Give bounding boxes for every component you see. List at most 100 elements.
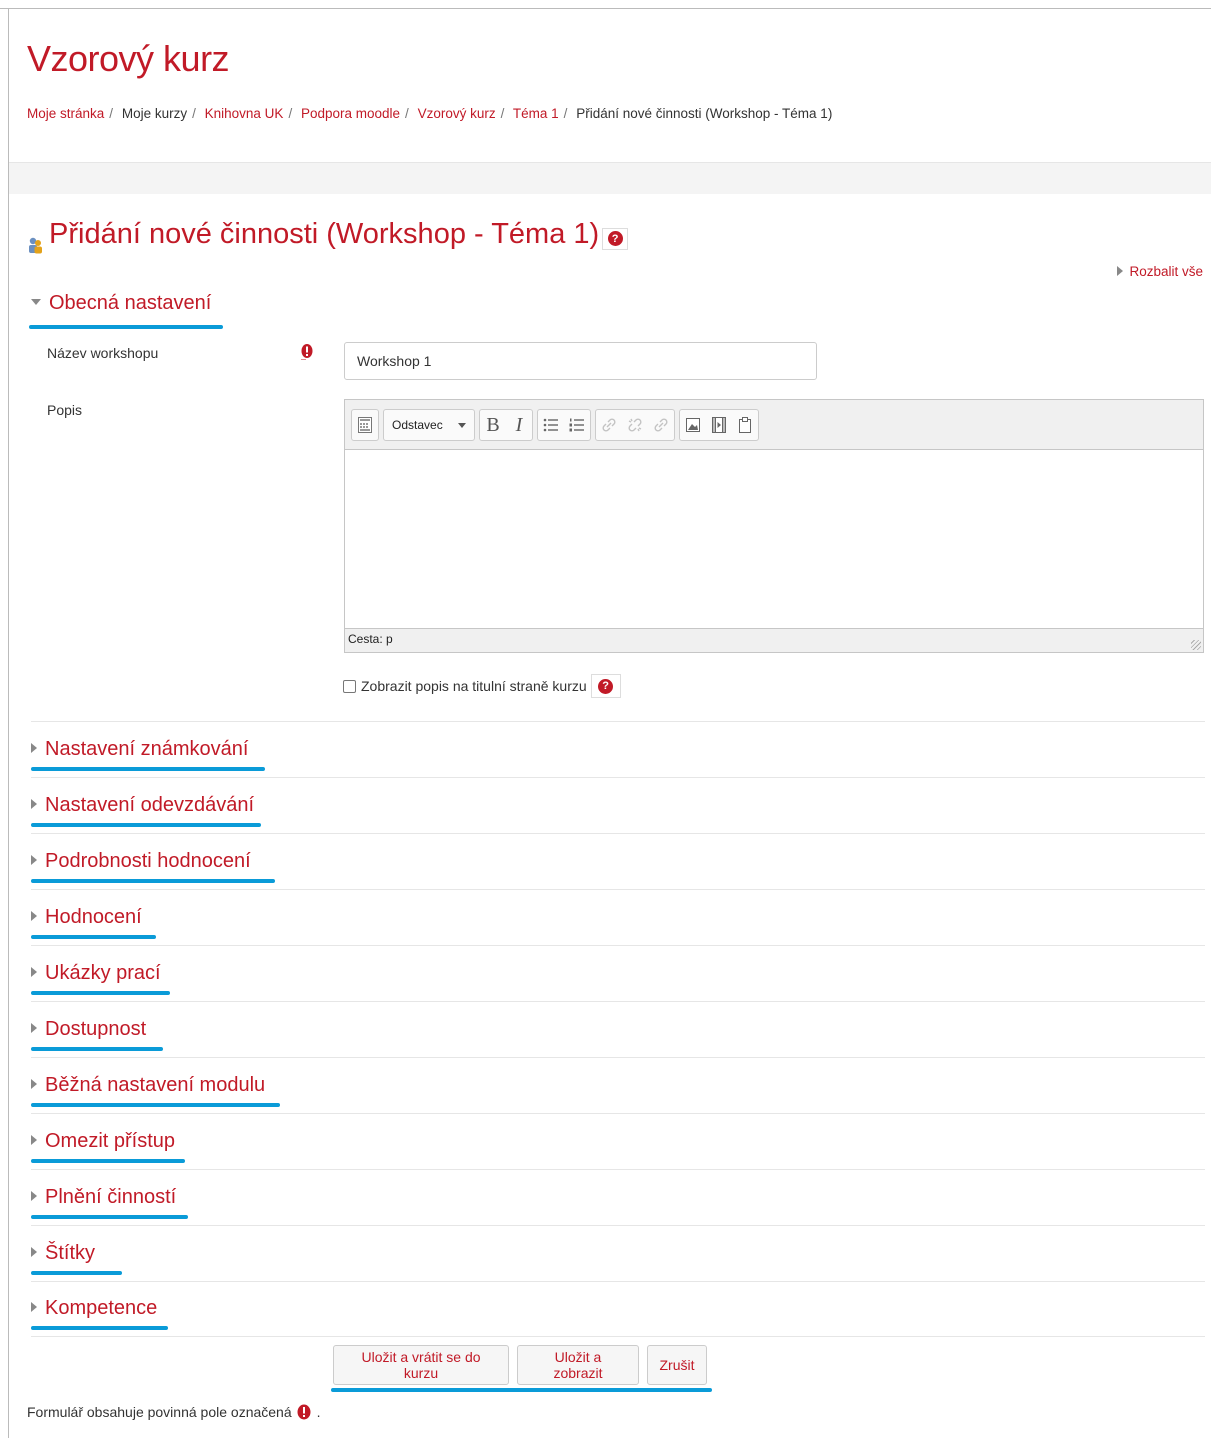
paragraph-format-select[interactable]: Odstavec	[384, 410, 474, 440]
highlight-underline	[31, 767, 265, 771]
navbar-band	[9, 162, 1211, 194]
highlight-underline	[31, 879, 275, 883]
section-divider	[31, 1169, 1205, 1170]
section-competencies[interactable]: Kompetence	[31, 1297, 157, 1320]
section-restrict-access[interactable]: Omezit přístup	[31, 1130, 175, 1153]
breadcrumb-current: Přidání nové činnosti (Workshop - Téma 1…	[576, 106, 833, 121]
breadcrumb-link-my-page[interactable]: Moje stránka	[27, 106, 104, 121]
section-divider	[31, 1281, 1205, 1282]
manage-files-icon[interactable]	[732, 410, 758, 440]
section-divider	[31, 1225, 1205, 1226]
editor-statusbar: Cesta: p	[345, 628, 1203, 652]
section-example-submissions[interactable]: Ukázky prací	[31, 962, 161, 985]
editor-path: Cesta: p	[348, 632, 393, 646]
show-description-row: Zobrazit popis na titulní straně kurzu ?	[343, 674, 621, 698]
section-activity-completion[interactable]: Plnění činností	[31, 1186, 176, 1209]
help-icon: ?	[598, 678, 614, 694]
expand-all-link[interactable]: Rozbalit vše	[1117, 264, 1203, 279]
highlight-underline	[31, 991, 170, 995]
breadcrumb-link-library[interactable]: Knihovna UK	[205, 106, 284, 121]
cancel-button[interactable]: Zrušit	[647, 1345, 707, 1385]
image-icon[interactable]	[680, 410, 706, 440]
required-icon	[297, 1404, 311, 1420]
section-grading-settings[interactable]: Nastavení známkování	[31, 738, 248, 761]
highlight-underline	[331, 1388, 712, 1392]
section-divider	[31, 889, 1205, 890]
link-icon[interactable]	[596, 410, 622, 440]
section-submission-settings[interactable]: Nastavení odevzdávání	[31, 794, 254, 817]
resize-grip-icon[interactable]	[1191, 640, 1201, 650]
chevron-right-icon	[31, 910, 37, 921]
expand-triangle-icon	[1117, 266, 1124, 276]
workshop-name-label: Název workshopu	[47, 345, 159, 361]
section-divider	[31, 1336, 1205, 1337]
section-availability[interactable]: Dostupnost	[31, 1018, 146, 1041]
highlight-underline	[29, 325, 223, 329]
workshop-icon	[27, 229, 43, 253]
breadcrumb-link-topic[interactable]: Téma 1	[513, 106, 559, 121]
media-icon[interactable]	[706, 410, 732, 440]
help-icon: ?	[607, 231, 623, 246]
help-button[interactable]: ?	[602, 227, 629, 250]
description-label: Popis	[47, 402, 83, 418]
chevron-right-icon	[31, 1246, 37, 1257]
chevron-right-icon	[31, 854, 37, 865]
italic-icon[interactable]: I	[506, 410, 532, 440]
breadcrumb: Moje stránka / Moje kurzy / Knihovna UK / P…	[27, 106, 833, 121]
section-tags[interactable]: Štítky	[31, 1242, 95, 1265]
workshop-name-input[interactable]	[344, 342, 817, 380]
description-editor: Odstavec B I Cesta: p	[344, 399, 1204, 653]
save-return-button[interactable]: Uložit a vrátit se do kurzu	[333, 1345, 509, 1385]
highlight-underline	[31, 823, 261, 827]
show-description-label: Zobrazit popis na titulní straně kurzu	[361, 678, 587, 694]
section-divider	[31, 1057, 1205, 1058]
page-heading-text: Přidání nové činnosti (Workshop - Téma 1…	[49, 218, 600, 250]
section-divider	[31, 721, 1205, 722]
chevron-right-icon	[31, 1022, 37, 1033]
unlink-icon[interactable]	[622, 410, 648, 440]
chevron-right-icon	[31, 966, 37, 977]
bold-icon[interactable]: B	[480, 410, 506, 440]
section-assessment[interactable]: Hodnocení	[31, 906, 142, 929]
section-divider	[31, 777, 1205, 778]
anchor-link-icon[interactable]	[648, 410, 674, 440]
page-heading: Přidání nové činnosti (Workshop - Téma 1…	[27, 218, 629, 253]
section-divider	[31, 1113, 1205, 1114]
save-display-button[interactable]: Uložit a zobrazit	[517, 1345, 639, 1385]
section-divider	[31, 945, 1205, 946]
highlight-underline	[31, 1047, 163, 1051]
chevron-down-icon	[31, 298, 41, 305]
highlight-underline	[31, 935, 156, 939]
chevron-right-icon	[31, 798, 37, 809]
highlight-underline	[31, 1271, 122, 1275]
section-divider	[31, 833, 1205, 834]
breadcrumb-item-my-courses: Moje kurzy	[121, 106, 188, 121]
show-description-checkbox[interactable]	[343, 679, 356, 693]
breadcrumb-link-moodle-support[interactable]: Podpora moodle	[301, 106, 400, 121]
editor-toolbar: Odstavec B I	[345, 400, 1203, 450]
required-fields-note: Formulář obsahuje povinná pole označená …	[27, 1404, 321, 1420]
highlight-underline	[31, 1326, 168, 1330]
section-divider	[31, 1001, 1205, 1002]
frame-left-border	[8, 8, 9, 1438]
dropdown-arrow-icon	[458, 422, 466, 428]
breadcrumb-link-course[interactable]: Vzorový kurz	[418, 106, 496, 121]
chevron-right-icon	[31, 1190, 37, 1201]
description-textarea[interactable]	[345, 450, 1203, 628]
chevron-right-icon	[31, 1134, 37, 1145]
toolbar-toggle-icon[interactable]	[352, 410, 378, 440]
course-title: Vzorový kurz	[27, 38, 230, 79]
bullet-list-icon[interactable]	[538, 410, 564, 440]
section-assessment-details[interactable]: Podrobnosti hodnocení	[31, 850, 251, 873]
section-common-module-settings[interactable]: Běžná nastavení modulu	[31, 1074, 265, 1097]
frame-top-border	[0, 8, 1211, 9]
highlight-underline	[31, 1215, 188, 1219]
show-description-help-button[interactable]: ?	[590, 674, 621, 698]
chevron-right-icon	[31, 742, 37, 753]
chevron-right-icon	[31, 1078, 37, 1089]
numbered-list-icon[interactable]	[564, 410, 590, 440]
highlight-underline	[31, 1103, 280, 1107]
chevron-right-icon	[31, 1301, 37, 1312]
highlight-underline	[31, 1159, 185, 1163]
section-general-header[interactable]: Obecná nastavení	[31, 292, 211, 315]
